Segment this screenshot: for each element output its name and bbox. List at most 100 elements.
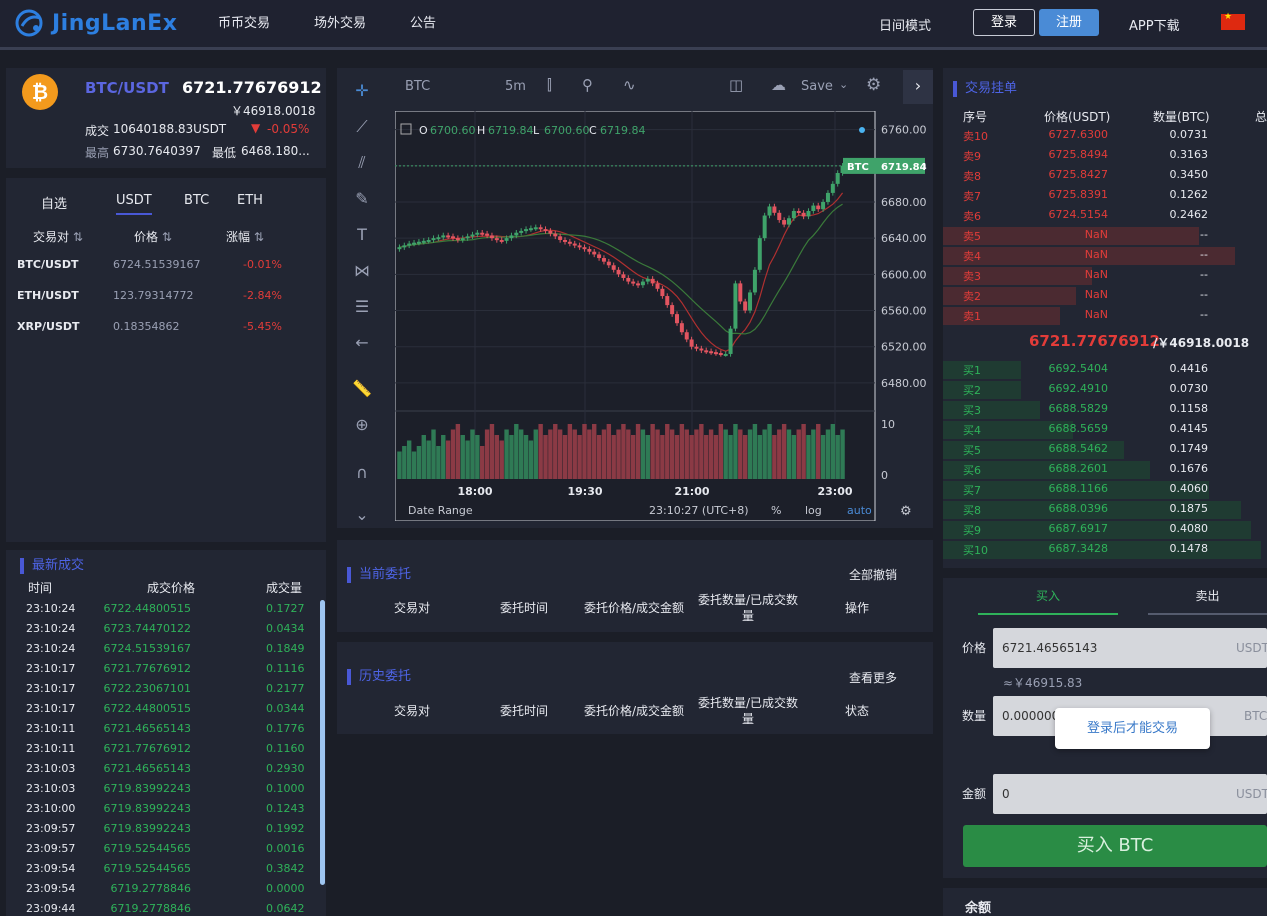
- bid-depth-bar: [943, 401, 1040, 419]
- cancel-all-button[interactable]: 全部撤销: [849, 566, 897, 583]
- bid-price[interactable]: 6688.5829: [1043, 402, 1109, 415]
- ask-price[interactable]: NaN: [1043, 268, 1108, 281]
- price-tick: 6640.00: [881, 232, 927, 245]
- tab-eth[interactable]: ETH: [237, 193, 263, 208]
- nav-otc[interactable]: 场外交易: [314, 12, 366, 31]
- parallel-lines-icon[interactable]: ⫽: [351, 152, 373, 174]
- market-row-pair[interactable]: ETH/USDT: [17, 289, 79, 302]
- ask-price[interactable]: NaN: [1043, 288, 1108, 301]
- orders-col-action: 操作: [845, 601, 870, 615]
- fib-icon[interactable]: ☰: [351, 296, 373, 318]
- more-link[interactable]: 查看更多: [849, 669, 897, 686]
- gear-icon[interactable]: ⚙: [866, 75, 881, 95]
- chart-settings-icon: ⚙: [900, 504, 912, 519]
- bid-price[interactable]: 6688.5462: [1043, 442, 1109, 455]
- logo[interactable]: JingLanEx: [14, 6, 177, 40]
- candle-type-icon[interactable]: ⫿: [547, 76, 552, 94]
- volume-bar: [752, 424, 758, 479]
- tab-favorites[interactable]: 自选: [41, 193, 67, 212]
- bid-price[interactable]: 6688.0396: [1043, 502, 1109, 515]
- ask-price[interactable]: NaN: [1043, 248, 1108, 261]
- buy-btc-button[interactable]: 买入 BTC: [963, 825, 1267, 867]
- ask-qty: --: [1200, 228, 1208, 241]
- volume-bar: [509, 435, 514, 479]
- camera-icon[interactable]: ◫: [729, 76, 743, 94]
- col-price[interactable]: 价格 ⇅: [134, 228, 172, 245]
- history-col-status: 状态: [845, 704, 870, 718]
- bid-qty: 0.4080: [1169, 522, 1209, 535]
- save-button[interactable]: Save: [801, 79, 833, 94]
- bid-price[interactable]: 6692.5404: [1043, 362, 1109, 375]
- ask-price[interactable]: 6725.8494: [1043, 148, 1109, 161]
- compare-icon[interactable]: ∿: [623, 76, 636, 94]
- bid-price[interactable]: 6688.2601: [1043, 462, 1109, 475]
- ruler-icon[interactable]: 📏: [351, 378, 373, 400]
- day-mode-toggle[interactable]: 日间模式: [879, 15, 931, 34]
- login-button[interactable]: 登录: [973, 9, 1035, 36]
- candle: [597, 254, 602, 259]
- candle: [524, 229, 529, 232]
- amount-input[interactable]: 0 USDT: [993, 774, 1267, 814]
- ticker-high: 6730.7640397: [113, 144, 201, 158]
- scrollbar[interactable]: [320, 600, 325, 885]
- china-flag-icon[interactable]: [1221, 12, 1245, 30]
- candlestick-chart[interactable]: 6760.006720.006680.006640.006600.006560.…: [394, 110, 927, 522]
- volume-bar: [543, 435, 548, 479]
- col-change[interactable]: 涨幅 ⇅: [226, 228, 264, 245]
- ask-price[interactable]: 6727.6300: [1043, 128, 1109, 141]
- nav-announcement[interactable]: 公告: [410, 12, 436, 31]
- indicators-icon[interactable]: ⚲: [582, 76, 593, 94]
- bid-price[interactable]: 6687.6917: [1043, 522, 1109, 535]
- tab-sell[interactable]: 卖出: [1148, 578, 1267, 615]
- cloud-icon[interactable]: ☁: [771, 76, 786, 94]
- candle: [567, 241, 572, 244]
- chevron-down-icon[interactable]: ⌄: [839, 78, 848, 91]
- bid-price[interactable]: 6692.4910: [1043, 382, 1109, 395]
- volume-bar: [777, 429, 782, 479]
- magnet-icon[interactable]: ∩: [351, 462, 373, 484]
- brush-icon[interactable]: ✎: [351, 188, 373, 210]
- market-row-pair[interactable]: BTC/USDT: [17, 258, 78, 271]
- bid-price[interactable]: 6688.1166: [1043, 482, 1109, 495]
- ask-qty: 0.2462: [1169, 208, 1209, 221]
- candle: [451, 236, 455, 239]
- bid-price[interactable]: 6687.3428: [1043, 542, 1109, 555]
- ask-price[interactable]: NaN: [1043, 228, 1108, 241]
- bid-price[interactable]: 6688.5659: [1043, 422, 1109, 435]
- history-orders-title: 历史委托: [359, 669, 412, 684]
- crosshair-icon[interactable]: ✛: [351, 80, 373, 102]
- market-row-change: -0.01%: [243, 258, 282, 271]
- ask-price[interactable]: 6725.8427: [1043, 168, 1109, 181]
- bid-qty: 0.1478: [1169, 542, 1209, 555]
- candle: [835, 173, 840, 184]
- arrow-left-icon[interactable]: ←: [351, 332, 373, 354]
- chevron-down-icon[interactable]: ⌄: [351, 504, 373, 526]
- symbol-label[interactable]: BTC: [405, 79, 430, 94]
- tab-buy[interactable]: 买入: [978, 578, 1118, 615]
- nav-spot[interactable]: 币币交易: [218, 12, 270, 31]
- trade-time: 23:09:57: [26, 842, 76, 855]
- ask-price[interactable]: NaN: [1043, 308, 1108, 321]
- trade-price: 6719.52544565: [103, 842, 191, 855]
- ask-price[interactable]: 6724.5154: [1043, 208, 1109, 221]
- login-hint-tooltip[interactable]: 登录后才能交易: [1055, 708, 1210, 749]
- ask-price[interactable]: 6725.8391: [1043, 188, 1109, 201]
- app-download-link[interactable]: APP下载: [1129, 15, 1180, 34]
- chevron-right-icon[interactable]: ›: [903, 70, 933, 104]
- interval-selector[interactable]: 5m: [505, 79, 526, 94]
- trade-price: 6719.83992243: [103, 822, 191, 835]
- text-tool-icon[interactable]: T: [351, 224, 373, 246]
- trend-line-icon[interactable]: ⟋: [351, 116, 373, 138]
- pattern-icon[interactable]: ⋈: [351, 260, 373, 282]
- zoom-in-icon[interactable]: ⊕: [351, 414, 373, 436]
- orders-col-price: 委托价格/成交金额: [584, 601, 685, 615]
- ask-qty: --: [1200, 268, 1208, 281]
- tab-btc[interactable]: BTC: [184, 193, 209, 208]
- volume-bar: [465, 440, 470, 479]
- price-input[interactable]: 6721.46565143 USDT: [993, 628, 1267, 668]
- col-pair[interactable]: 交易对 ⇅: [33, 228, 83, 245]
- market-row-pair[interactable]: XRP/USDT: [17, 320, 80, 333]
- tab-usdt[interactable]: USDT: [116, 193, 152, 215]
- register-button[interactable]: 注册: [1039, 9, 1099, 36]
- book-col-price: 价格(USDT): [1044, 110, 1111, 124]
